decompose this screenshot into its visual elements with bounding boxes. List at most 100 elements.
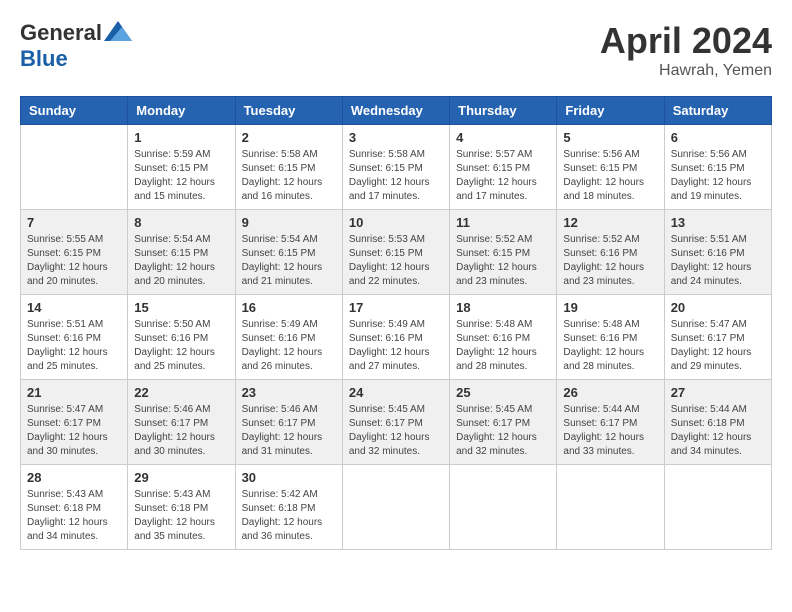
- calendar-day-header: Tuesday: [235, 97, 342, 125]
- calendar-day-cell: [21, 125, 128, 210]
- calendar-day-cell: 22Sunrise: 5:46 AM Sunset: 6:17 PM Dayli…: [128, 380, 235, 465]
- day-number: 22: [134, 385, 228, 400]
- calendar-day-cell: 16Sunrise: 5:49 AM Sunset: 6:16 PM Dayli…: [235, 295, 342, 380]
- day-info: Sunrise: 5:56 AM Sunset: 6:15 PM Dayligh…: [563, 148, 657, 204]
- calendar-day-cell: 6 Sunrise: 5:56 AM Sunset: 6:15 PM Daylig…: [664, 125, 771, 210]
- calendar-day-cell: 19 Sunrise: 5:48 AM Sunset: 6:16 PM Dayli…: [557, 295, 664, 380]
- day-number: 12: [563, 215, 657, 230]
- day-number: 2: [242, 130, 336, 145]
- calendar-day-cell: [342, 465, 449, 550]
- location-subtitle: Hawrah, Yemen: [600, 62, 772, 80]
- logo: General Blue: [20, 20, 132, 72]
- day-number: 16: [242, 300, 336, 315]
- day-info: Sunrise: 5:54 AM Sunset: 6:15 PM Dayligh…: [134, 233, 228, 289]
- calendar-day-cell: [450, 465, 557, 550]
- day-number: 3: [349, 130, 443, 145]
- day-info: Sunrise: 5:45 AM Sunset: 6:17 PM Dayligh…: [349, 403, 443, 459]
- day-number: 11: [456, 215, 550, 230]
- calendar-day-cell: 27 Sunrise: 5:44 AM Sunset: 6:18 PM Dayli…: [664, 380, 771, 465]
- calendar-day-cell: 26 Sunrise: 5:44 AM Sunset: 6:17 PM Dayli…: [557, 380, 664, 465]
- title-section: April 2024 Hawrah, Yemen: [600, 20, 772, 80]
- day-number: 25: [456, 385, 550, 400]
- day-info: Sunrise: 5:57 AM Sunset: 6:15 PM Dayligh…: [456, 148, 550, 204]
- calendar-day-cell: 18 Sunrise: 5:48 AM Sunset: 6:16 PM Dayli…: [450, 295, 557, 380]
- day-number: 29: [134, 470, 228, 485]
- calendar-day-cell: 7 Sunrise: 5:55 AM Sunset: 6:15 PM Daylig…: [21, 210, 128, 295]
- calendar-day-cell: 23 Sunrise: 5:46 AM Sunset: 6:17 PM Dayli…: [235, 380, 342, 465]
- day-number: 4: [456, 130, 550, 145]
- day-number: 23: [242, 385, 336, 400]
- day-info: Sunrise: 5:46 AM Sunset: 6:17 PM Dayligh…: [242, 403, 336, 459]
- day-info: Sunrise: 5:58 AM Sunset: 6:15 PM Dayligh…: [242, 148, 336, 204]
- day-info: Sunrise: 5:44 AM Sunset: 6:17 PM Dayligh…: [563, 403, 657, 459]
- day-number: 30: [242, 470, 336, 485]
- day-number: 6: [671, 130, 765, 145]
- day-info: Sunrise: 5:52 AM Sunset: 6:16 PM Dayligh…: [563, 233, 657, 289]
- calendar-day-cell: 30 Sunrise: 5:42 AM Sunset: 6:18 PM Dayli…: [235, 465, 342, 550]
- logo-blue-text: Blue: [20, 46, 68, 72]
- calendar-day-cell: [557, 465, 664, 550]
- calendar-day-cell: 17 Sunrise: 5:49 AM Sunset: 6:16 PM Dayli…: [342, 295, 449, 380]
- day-number: 1: [134, 130, 228, 145]
- day-info: Sunrise: 5:42 AM Sunset: 6:18 PM Dayligh…: [242, 488, 336, 544]
- day-number: 14: [27, 300, 121, 315]
- day-number: 9: [242, 215, 336, 230]
- day-number: 21: [27, 385, 121, 400]
- day-number: 24: [349, 385, 443, 400]
- day-info: Sunrise: 5:48 AM Sunset: 6:16 PM Dayligh…: [456, 318, 550, 374]
- page-header: General Blue April 2024 Hawrah, Yemen: [20, 20, 772, 80]
- day-info: Sunrise: 5:51 AM Sunset: 6:16 PM Dayligh…: [671, 233, 765, 289]
- day-info: Sunrise: 5:43 AM Sunset: 6:18 PM Dayligh…: [134, 488, 228, 544]
- calendar-day-cell: 28 Sunrise: 5:43 AM Sunset: 6:18 PM Dayli…: [21, 465, 128, 550]
- calendar-day-header: Saturday: [664, 97, 771, 125]
- day-number: 28: [27, 470, 121, 485]
- day-number: 10: [349, 215, 443, 230]
- calendar-day-cell: 24 Sunrise: 5:45 AM Sunset: 6:17 PM Dayli…: [342, 380, 449, 465]
- day-info: Sunrise: 5:59 AM Sunset: 6:15 PM Dayligh…: [134, 148, 228, 204]
- month-year-title: April 2024: [600, 20, 772, 62]
- calendar-day-cell: 8 Sunrise: 5:54 AM Sunset: 6:15 PM Daylig…: [128, 210, 235, 295]
- day-number: 5: [563, 130, 657, 145]
- day-info: Sunrise: 5:56 AM Sunset: 6:15 PM Dayligh…: [671, 148, 765, 204]
- calendar-day-cell: 20Sunrise: 5:47 AM Sunset: 6:17 PM Dayli…: [664, 295, 771, 380]
- day-info: Sunrise: 5:54 AM Sunset: 6:15 PM Dayligh…: [242, 233, 336, 289]
- day-number: 7: [27, 215, 121, 230]
- calendar-day-cell: 2 Sunrise: 5:58 AM Sunset: 6:15 PM Daylig…: [235, 125, 342, 210]
- calendar-header-row: SundayMondayTuesdayWednesdayThursdayFrid…: [21, 97, 772, 125]
- day-info: Sunrise: 5:43 AM Sunset: 6:18 PM Dayligh…: [27, 488, 121, 544]
- day-number: 8: [134, 215, 228, 230]
- calendar-day-cell: 9 Sunrise: 5:54 AM Sunset: 6:15 PM Daylig…: [235, 210, 342, 295]
- calendar-day-cell: 25Sunrise: 5:45 AM Sunset: 6:17 PM Dayli…: [450, 380, 557, 465]
- day-info: Sunrise: 5:58 AM Sunset: 6:15 PM Dayligh…: [349, 148, 443, 204]
- calendar-week-row: 1 Sunrise: 5:59 AM Sunset: 6:15 PM Daylig…: [21, 125, 772, 210]
- logo-general-text: General: [20, 20, 102, 46]
- calendar-week-row: 21 Sunrise: 5:47 AM Sunset: 6:17 PM Dayli…: [21, 380, 772, 465]
- calendar-day-cell: 21 Sunrise: 5:47 AM Sunset: 6:17 PM Dayli…: [21, 380, 128, 465]
- calendar-day-cell: 4 Sunrise: 5:57 AM Sunset: 6:15 PM Daylig…: [450, 125, 557, 210]
- day-info: Sunrise: 5:50 AM Sunset: 6:16 PM Dayligh…: [134, 318, 228, 374]
- day-info: Sunrise: 5:48 AM Sunset: 6:16 PM Dayligh…: [563, 318, 657, 374]
- calendar-day-header: Friday: [557, 97, 664, 125]
- calendar-day-cell: 13 Sunrise: 5:51 AM Sunset: 6:16 PM Dayli…: [664, 210, 771, 295]
- calendar-day-header: Monday: [128, 97, 235, 125]
- day-number: 27: [671, 385, 765, 400]
- day-number: 13: [671, 215, 765, 230]
- day-number: 15: [134, 300, 228, 315]
- calendar-day-cell: 5 Sunrise: 5:56 AM Sunset: 6:15 PM Daylig…: [557, 125, 664, 210]
- calendar-day-header: Thursday: [450, 97, 557, 125]
- day-info: Sunrise: 5:55 AM Sunset: 6:15 PM Dayligh…: [27, 233, 121, 289]
- day-number: 17: [349, 300, 443, 315]
- day-info: Sunrise: 5:44 AM Sunset: 6:18 PM Dayligh…: [671, 403, 765, 459]
- calendar-table: SundayMondayTuesdayWednesdayThursdayFrid…: [20, 96, 772, 550]
- calendar-day-cell: 29 Sunrise: 5:43 AM Sunset: 6:18 PM Dayli…: [128, 465, 235, 550]
- day-info: Sunrise: 5:51 AM Sunset: 6:16 PM Dayligh…: [27, 318, 121, 374]
- calendar-day-cell: 1 Sunrise: 5:59 AM Sunset: 6:15 PM Daylig…: [128, 125, 235, 210]
- logo-icon: [104, 21, 132, 41]
- day-info: Sunrise: 5:47 AM Sunset: 6:17 PM Dayligh…: [27, 403, 121, 459]
- day-number: 20: [671, 300, 765, 315]
- day-info: Sunrise: 5:49 AM Sunset: 6:16 PM Dayligh…: [349, 318, 443, 374]
- day-number: 19: [563, 300, 657, 315]
- day-number: 26: [563, 385, 657, 400]
- day-info: Sunrise: 5:53 AM Sunset: 6:15 PM Dayligh…: [349, 233, 443, 289]
- day-number: 18: [456, 300, 550, 315]
